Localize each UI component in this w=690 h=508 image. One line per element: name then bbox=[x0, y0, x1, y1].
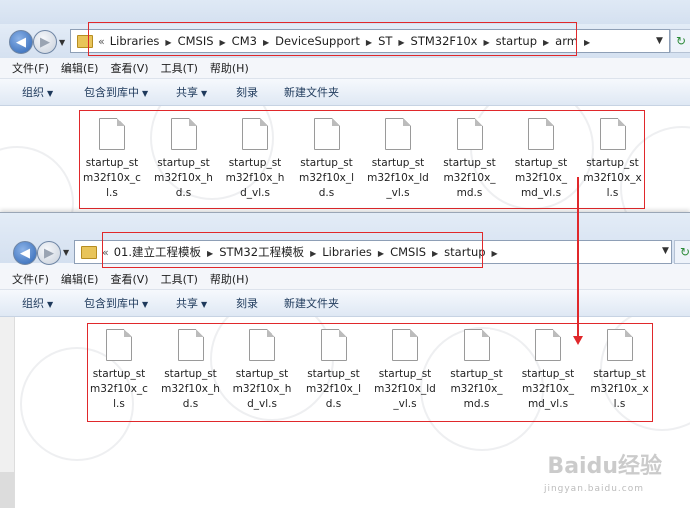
command-label: 共享 bbox=[176, 86, 198, 99]
recent-pages-dropdown-icon[interactable]: ▼ bbox=[63, 248, 69, 257]
command-1[interactable]: 包含到库中 ▼ bbox=[84, 295, 148, 311]
menu-bar: 文件(F) 编辑(E) 查看(V) 工具(T) 帮助(H) bbox=[0, 269, 690, 290]
command-label: 共享 bbox=[176, 297, 198, 310]
breadcrumb-separator-icon[interactable]: ▶ bbox=[492, 249, 498, 258]
menu-bar: 文件(F) 编辑(E) 查看(V) 工具(T) 帮助(H) bbox=[0, 58, 690, 79]
menu-item[interactable]: 文件(F) bbox=[12, 271, 49, 287]
dropdown-arrow-icon: ▼ bbox=[201, 89, 208, 98]
dropdown-arrow-icon: ▼ bbox=[47, 89, 54, 98]
menu-item[interactable]: 帮助(H) bbox=[210, 271, 249, 287]
recent-pages-dropdown-icon[interactable]: ▼ bbox=[59, 38, 65, 47]
baidu-watermark-url: jingyan.baidu.com bbox=[543, 484, 644, 494]
back-button[interactable]: ◀ bbox=[9, 30, 33, 54]
menu-item[interactable]: 查看(V) bbox=[110, 271, 148, 287]
menu-item[interactable]: 编辑(E) bbox=[61, 60, 99, 76]
menu-item[interactable]: 编辑(E) bbox=[61, 271, 99, 287]
command-1[interactable]: 包含到库中 ▼ bbox=[84, 84, 148, 100]
explorer-window-arm: ◀ ▶ ▼ ◀ ▶ ▼ « Libraries▶CMSIS▶CM3▶Device… bbox=[0, 0, 690, 215]
menu-item[interactable]: 文件(F) bbox=[12, 60, 49, 76]
command-label: 组织 bbox=[22, 297, 44, 310]
menu-item[interactable]: 工具(T) bbox=[161, 60, 198, 76]
folder-icon bbox=[81, 245, 97, 259]
watermark-circle bbox=[0, 146, 74, 215]
command-label: 新建文件夹 bbox=[284, 297, 339, 310]
address-dropdown-icon[interactable]: ▼ bbox=[656, 36, 663, 46]
highlight-box-files bbox=[79, 110, 645, 209]
command-label: 刻录 bbox=[236, 86, 258, 99]
command-label: 组织 bbox=[22, 86, 44, 99]
command-label: 刻录 bbox=[236, 297, 258, 310]
command-4[interactable]: 新建文件夹 bbox=[284, 84, 339, 100]
dropdown-arrow-icon: ▼ bbox=[142, 89, 149, 98]
command-label: 包含到库中 bbox=[84, 86, 139, 99]
scrollbar-thumb[interactable] bbox=[0, 472, 14, 508]
dropdown-arrow-icon: ▼ bbox=[142, 300, 149, 309]
highlight-box-address bbox=[102, 232, 483, 268]
command-label: 新建文件夹 bbox=[284, 86, 339, 99]
address-dropdown-icon[interactable]: ▼ bbox=[662, 246, 669, 256]
explorer-window-startup: ◀ ▶ ▼ « 01.建立工程模板 ▶ STM32工程模板 ▶ Libraries ▶ CM… bbox=[0, 212, 690, 508]
command-0[interactable]: 组织 ▼ bbox=[22, 295, 53, 311]
menu-item[interactable]: 工具(T) bbox=[161, 271, 198, 287]
command-2[interactable]: 共享 ▼ bbox=[176, 295, 207, 311]
forward-button[interactable]: ▶ bbox=[33, 30, 57, 54]
arrow-connector bbox=[577, 177, 579, 338]
highlight-box-address bbox=[88, 22, 577, 56]
command-3[interactable]: 刻录 bbox=[236, 295, 258, 311]
menu-item[interactable]: 帮助(H) bbox=[210, 60, 249, 76]
forward-button[interactable]: ▶ bbox=[37, 241, 61, 265]
command-bar: 组织 ▼ 包含到库中 ▼ 共享 ▼ 刻录 新建文件夹 bbox=[0, 79, 690, 106]
command-3[interactable]: 刻录 bbox=[236, 84, 258, 100]
dropdown-arrow-icon: ▼ bbox=[47, 300, 54, 309]
arrow-down-icon bbox=[573, 336, 583, 345]
refresh-icon[interactable]: ↻ bbox=[670, 29, 690, 53]
baidu-watermark-logo: Baidu经验 bbox=[547, 454, 662, 479]
dropdown-arrow-icon: ▼ bbox=[201, 300, 208, 309]
command-4[interactable]: 新建文件夹 bbox=[284, 295, 339, 311]
refresh-icon[interactable]: ↻ bbox=[674, 240, 690, 264]
back-button[interactable]: ◀ bbox=[13, 241, 37, 265]
command-label: 包含到库中 bbox=[84, 297, 139, 310]
menu-item[interactable]: 查看(V) bbox=[110, 60, 148, 76]
command-0[interactable]: 组织 ▼ bbox=[22, 84, 53, 100]
command-2[interactable]: 共享 ▼ bbox=[176, 84, 207, 100]
highlight-box-files bbox=[87, 323, 653, 422]
breadcrumb-separator-icon[interactable]: ▶ bbox=[584, 38, 590, 47]
command-bar: 组织 ▼ 包含到库中 ▼ 共享 ▼ 刻录 新建文件夹 bbox=[0, 290, 690, 317]
